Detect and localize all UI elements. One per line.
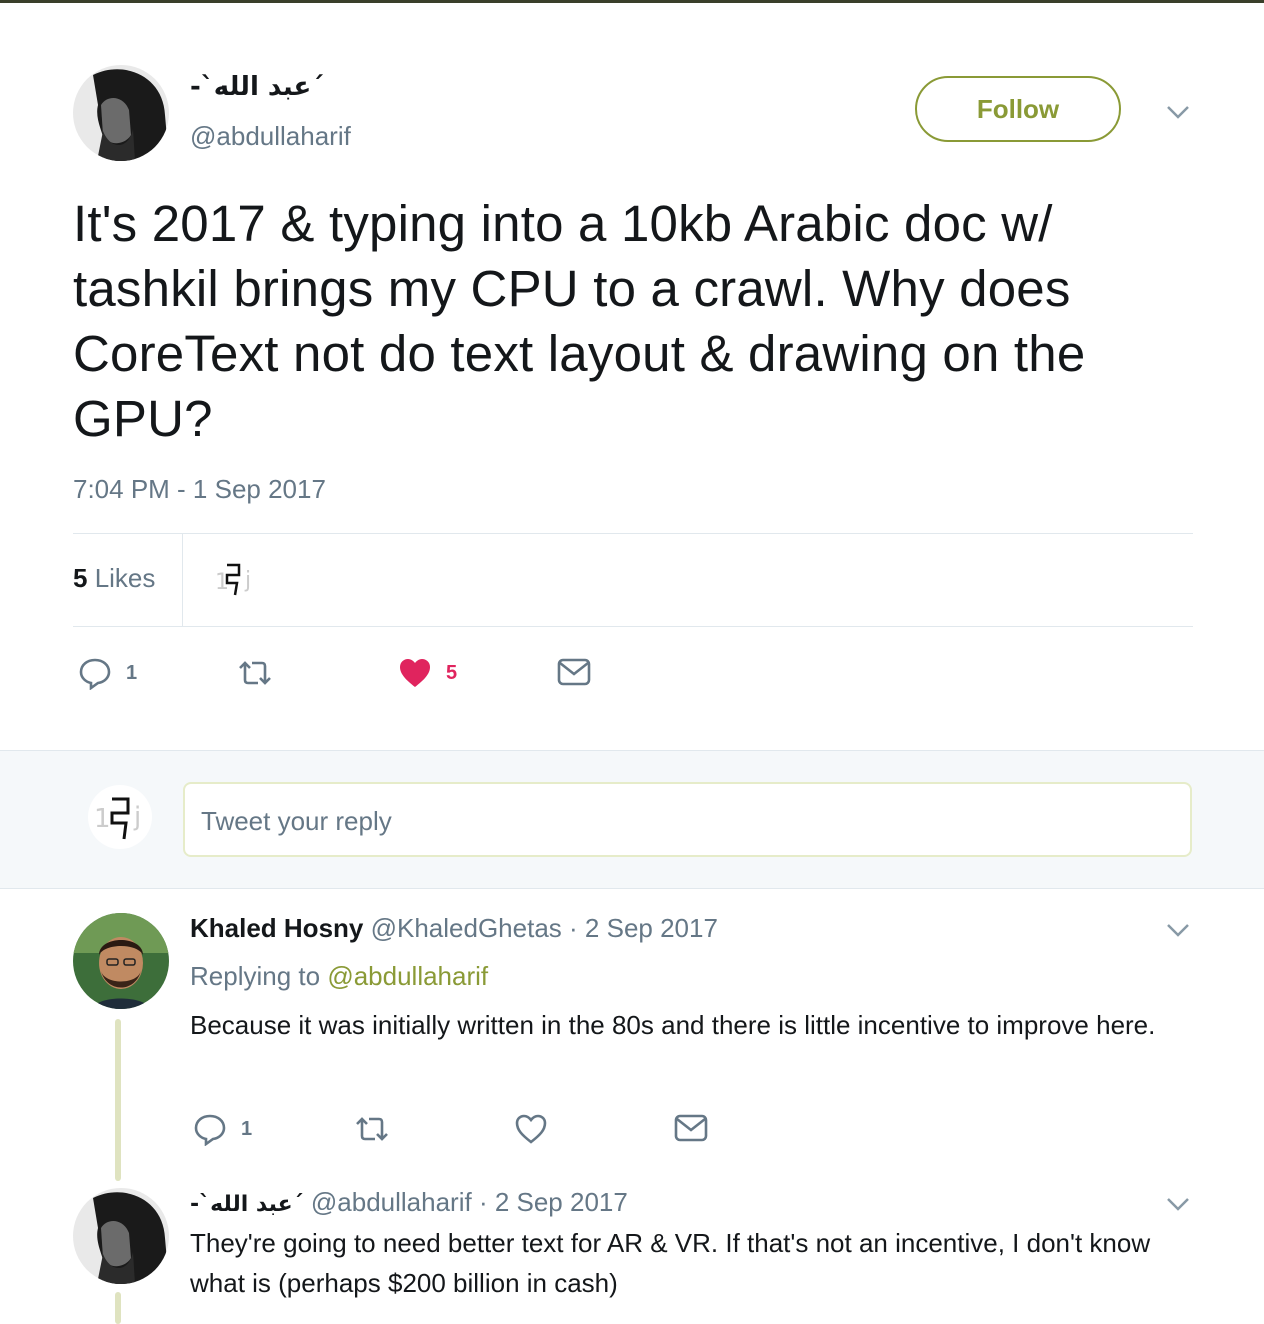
reply-author-avatar[interactable] xyxy=(73,1188,169,1284)
reply-count: 1 xyxy=(241,1117,253,1140)
thread-connector xyxy=(115,1292,121,1324)
replying-to: Replying to @abdullaharif xyxy=(190,961,488,992)
chevron-down-icon[interactable] xyxy=(1163,915,1193,945)
reply-date[interactable]: · 2 Sep 2017 xyxy=(479,1187,628,1217)
replying-to-handle[interactable]: @abdullaharif xyxy=(327,961,488,991)
reply-text: They're going to need better text for AR… xyxy=(190,1228,1151,1298)
reply-text: Because it was initially written in the … xyxy=(190,1010,1156,1040)
likes-number: 5 xyxy=(73,563,88,593)
author-display-name[interactable]: -`عبد الله´ xyxy=(190,72,324,102)
svg-text:1: 1 xyxy=(94,804,111,834)
reply-icon xyxy=(194,1114,226,1146)
like-count: 5 xyxy=(446,661,458,684)
current-user-avatar[interactable]: 1 j xyxy=(88,785,152,849)
reply-author-name[interactable]: -`عبد الله´ xyxy=(190,1192,304,1217)
reply-header: Khaled Hosny @KhaledGhetas · 2 Sep 2017 xyxy=(190,913,718,944)
chevron-down-icon[interactable] xyxy=(1163,1189,1193,1219)
retweet-action[interactable] xyxy=(236,656,274,690)
envelope-icon xyxy=(674,1114,708,1142)
likes-stat[interactable]: 5 Likes xyxy=(73,563,155,594)
divider xyxy=(73,533,1193,534)
tweet-timestamp[interactable]: 7:04 PM - 1 Sep 2017 xyxy=(73,474,326,505)
follow-button[interactable]: Follow xyxy=(915,76,1121,142)
liker-avatar[interactable]: 1 j xyxy=(207,553,259,605)
window-top-border xyxy=(0,0,1264,3)
author-avatar[interactable] xyxy=(73,65,169,161)
reply-input[interactable]: Tweet your reply xyxy=(183,782,1192,857)
direct-message-action[interactable] xyxy=(674,1113,708,1143)
retweet-icon xyxy=(356,1117,388,1141)
tweet-text: It's 2017 & typing into a 10kb Arabic do… xyxy=(73,195,1086,447)
envelope-icon xyxy=(557,658,591,686)
heart-icon xyxy=(515,1114,547,1144)
svg-text:j: j xyxy=(244,568,251,593)
reply-action[interactable]: 1 xyxy=(193,1112,252,1146)
reply-action[interactable]: 1 xyxy=(78,656,137,690)
retweet-action[interactable] xyxy=(353,1112,391,1146)
svg-text:j: j xyxy=(133,802,141,832)
chevron-down-icon[interactable] xyxy=(1163,97,1193,127)
retweet-icon xyxy=(239,661,271,685)
reply-icon xyxy=(79,658,111,690)
like-action[interactable]: 5 xyxy=(398,656,457,690)
reply-author-handle[interactable]: @KhaledGhetas xyxy=(371,913,562,943)
reply-author-name[interactable]: Khaled Hosny xyxy=(190,913,363,943)
thread-connector xyxy=(115,1019,121,1181)
reply-date[interactable]: · 2 Sep 2017 xyxy=(569,913,718,943)
reply-header: -`عبد الله´ @abdullaharif · 2 Sep 2017 xyxy=(190,1187,628,1218)
direct-message-action[interactable] xyxy=(557,657,591,687)
reply-author-handle[interactable]: @abdullaharif xyxy=(311,1187,472,1217)
heart-filled-icon xyxy=(400,659,430,687)
divider xyxy=(73,626,1193,627)
likes-label: Likes xyxy=(87,563,156,593)
replying-to-label: Replying to xyxy=(190,961,328,991)
reply-author-avatar[interactable] xyxy=(73,913,169,1009)
stats-separator xyxy=(182,533,183,626)
reply-count: 1 xyxy=(126,661,138,684)
author-handle[interactable]: @abdullaharif xyxy=(190,121,351,152)
like-action[interactable] xyxy=(514,1112,548,1146)
